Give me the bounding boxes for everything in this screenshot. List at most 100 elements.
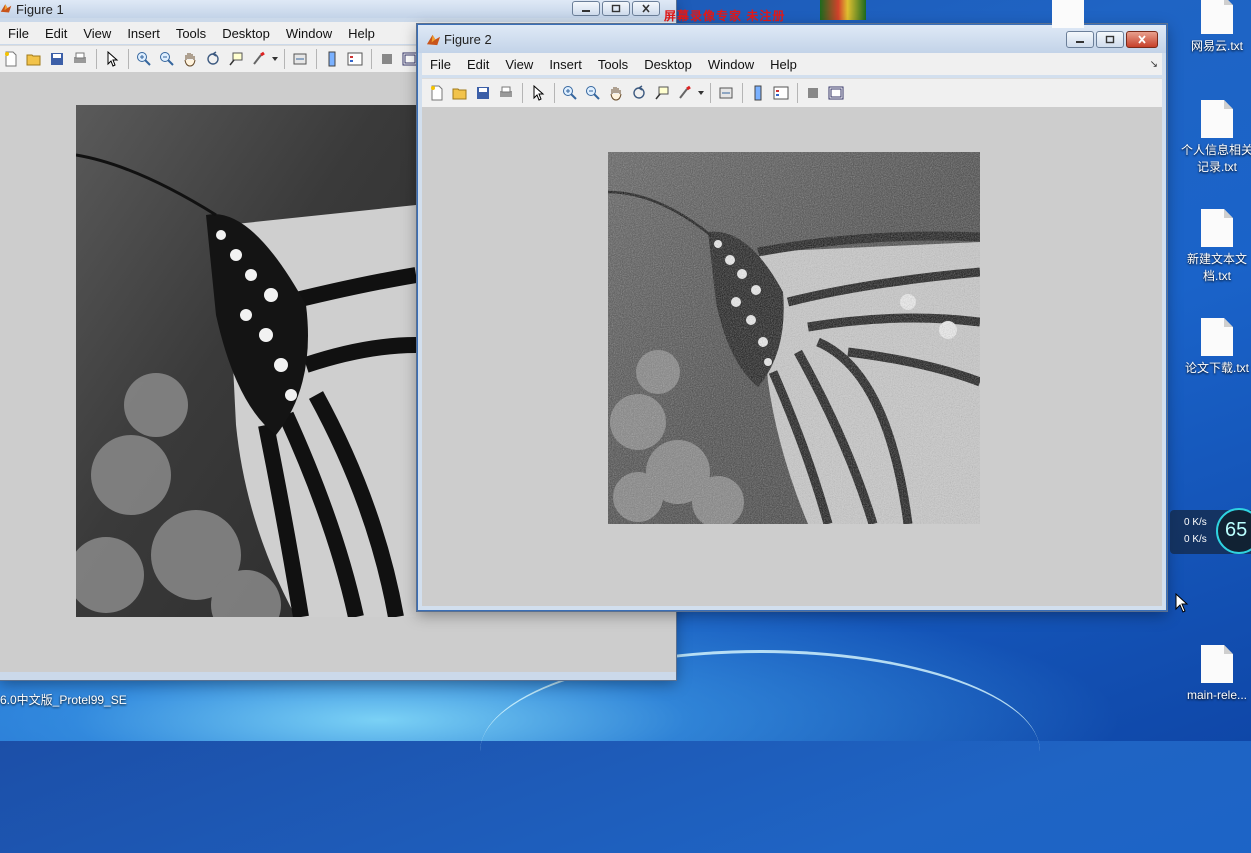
figure2-noisy-butterfly-image [608,152,980,524]
show-plot-tools-button[interactable] [825,82,847,104]
close-icon [642,4,650,13]
colorbar-icon [754,85,762,101]
insert-colorbar-button[interactable] [321,48,343,70]
open-file-button[interactable] [23,48,45,70]
brush-button[interactable] [674,82,696,104]
matlab-icon [0,4,12,13]
figure2-menu-edit[interactable]: Edit [459,57,497,72]
insert-legend-button[interactable] [344,48,366,70]
open-folder-icon [452,88,467,100]
edit-plot-button[interactable] [101,48,123,70]
figure2-close-button[interactable] [1126,31,1158,48]
toolbar-separator [96,49,97,69]
desktop-icon-label: 新建文本文档.txt [1186,252,1247,283]
text-file-icon [1201,209,1233,247]
show-tools-icon [402,52,418,66]
figure2-menu-desktop[interactable]: Desktop [636,57,700,72]
edit-plot-button[interactable] [527,82,549,104]
print-button[interactable] [495,82,517,104]
figure2-maximize-button[interactable] [1096,31,1124,48]
upload-speed: 0 K/s [1184,517,1207,528]
hide-plot-tools-button[interactable] [376,48,398,70]
figure1-minimize-button[interactable] [572,1,600,16]
zoom-out-icon [160,52,174,66]
figure1-menu-desktop[interactable]: Desktop [214,26,278,41]
pan-button[interactable] [179,48,201,70]
rotate-3d-button[interactable] [202,48,224,70]
rotate-icon [633,85,645,99]
figure1-titlebar[interactable]: Figure 1 [0,0,676,18]
zoom-in-button[interactable] [133,48,155,70]
toolbar-separator [554,83,555,103]
desktop-icon-paper-download[interactable]: 论文下载.txt [1177,318,1251,377]
arrow-pointer-icon [107,51,119,67]
figure1-menu-file[interactable]: File [0,26,37,41]
figure2-toolbar [422,78,1162,108]
colorbar-icon [328,51,336,67]
minimize-icon [582,9,590,12]
figure1-maximize-button[interactable] [602,1,630,16]
figure2-canvas [422,107,1162,606]
legend-icon [347,52,363,66]
mouse-cursor-icon [1175,593,1189,613]
desktop-shortcut-label[interactable]: 6.0中文版_Protel99_SE [0,691,127,708]
figure2-minimize-button[interactable] [1066,31,1094,48]
desktop-icon-wangyiyun[interactable]: 网易云.txt [1177,0,1251,55]
open-file-button[interactable] [449,82,471,104]
new-figure-button[interactable] [426,82,448,104]
download-speed: 0 K/s [1184,534,1207,545]
new-figure-button[interactable] [0,48,22,70]
print-button[interactable] [69,48,91,70]
save-button[interactable] [472,82,494,104]
desktop-icon-label: 论文下载.txt [1184,361,1249,375]
desktop-icon-personal-info[interactable]: 个人信息相关记录.txt [1177,100,1251,176]
data-cursor-button[interactable] [651,82,673,104]
zoom-out-button[interactable] [156,48,178,70]
figure1-menu-help[interactable]: Help [340,26,383,41]
text-file-icon [1201,100,1233,138]
figure1-menu-insert[interactable]: Insert [119,26,168,41]
brush-dropdown[interactable] [271,48,279,70]
figure1-menu-window[interactable]: Window [278,26,340,41]
figure2-menu-view[interactable]: View [497,57,541,72]
figure2-titlebar[interactable]: Figure 2 [418,25,1166,53]
chevron-down-icon [272,57,278,61]
brush-dropdown[interactable] [697,82,705,104]
rotate-icon [207,51,219,65]
save-button[interactable] [46,48,68,70]
pan-button[interactable] [605,82,627,104]
toolbar-separator [128,49,129,69]
zoom-in-button[interactable] [559,82,581,104]
insert-legend-button[interactable] [770,82,792,104]
figure1-title: Figure 1 [16,2,64,17]
text-file-icon [1201,0,1233,34]
data-cursor-button[interactable] [225,48,247,70]
figure1-menu-edit[interactable]: Edit [37,26,75,41]
figure2-menu-insert[interactable]: Insert [541,57,590,72]
menubar-dock-icon[interactable]: ↘ [1150,59,1158,70]
zoom-out-button[interactable] [582,82,604,104]
hide-tools-icon [382,54,392,64]
figure1-menu-tools[interactable]: Tools [168,26,214,41]
desktop-icon-new-text-doc[interactable]: 新建文本文档.txt [1177,209,1251,285]
desktop-icon-main-release[interactable]: main-rele... [1177,645,1251,704]
network-speed-widget[interactable]: 0 K/s 0 K/s 65 [1170,508,1251,554]
figure1-menu-view[interactable]: View [75,26,119,41]
desktop-arc-decoration [480,650,1040,853]
maximize-icon [1105,35,1115,44]
figure1-close-button[interactable] [632,1,660,16]
figure2-menu-help[interactable]: Help [762,57,805,72]
brush-icon [679,85,691,99]
link-plot-button[interactable] [715,82,737,104]
brush-icon [253,51,265,65]
hide-plot-tools-button[interactable] [802,82,824,104]
rotate-3d-button[interactable] [628,82,650,104]
link-plot-button[interactable] [289,48,311,70]
figure2-menu-window[interactable]: Window [700,57,762,72]
matlab-icon [426,34,441,46]
figure2-menu-file[interactable]: File [422,57,459,72]
figure2-menu-tools[interactable]: Tools [590,57,636,72]
insert-colorbar-button[interactable] [747,82,769,104]
brush-button[interactable] [248,48,270,70]
figure2-window[interactable]: Figure 2 File Edit View Insert Tools Desktop W… [417,24,1167,611]
